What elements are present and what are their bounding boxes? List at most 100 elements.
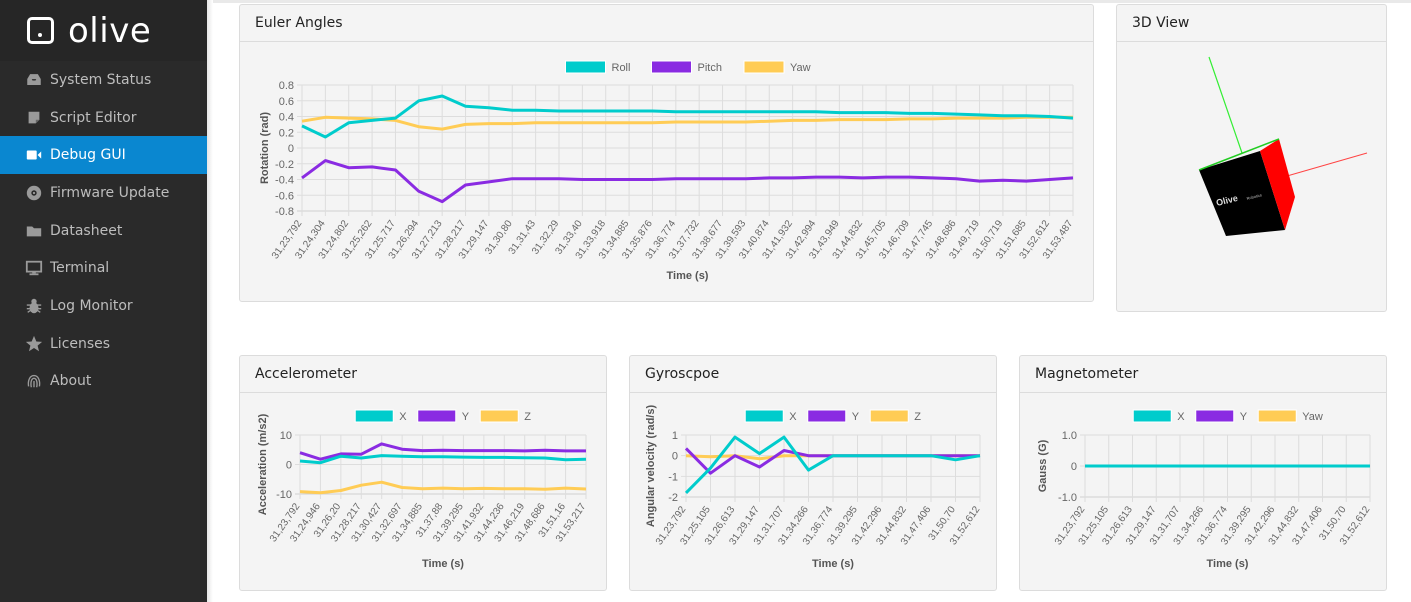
sidebar-item-about[interactable]: About xyxy=(0,363,207,401)
legend-label-x[interactable]: X xyxy=(789,411,797,423)
y-tick-label: -1 xyxy=(668,471,678,483)
legend-label-yaw[interactable]: Yaw xyxy=(1302,411,1323,423)
panel-title: Euler Angles xyxy=(240,5,1093,42)
y-tick-label: -0.2 xyxy=(275,159,294,171)
legend-swatch-x[interactable] xyxy=(744,409,784,423)
legend-label-roll[interactable]: Roll xyxy=(612,62,631,74)
legend-swatch-z[interactable] xyxy=(479,409,519,423)
sidebar-item-label: Terminal xyxy=(50,260,110,277)
3d-view-panel: 3D View Olive Robotics xyxy=(1116,4,1387,312)
y-tick-label: 10 xyxy=(280,430,292,442)
panel-title: Accelerometer xyxy=(240,356,606,393)
panel-title: Magnetometer xyxy=(1020,356,1386,393)
sidebar-item-firmware-update[interactable]: Firmware Update xyxy=(0,174,207,212)
video-camera-icon xyxy=(24,146,44,164)
legend-swatch-roll[interactable] xyxy=(565,60,606,74)
accelerometer-chart: 100-1031,23,79231,24,94631,26,2031,28,21… xyxy=(257,409,589,570)
legend-swatch-z[interactable] xyxy=(869,409,909,423)
magnetometer-chart: 1.00-1.031,23,79231,25,10531,26,61331,29… xyxy=(1037,409,1373,570)
y-tick-label: 0 xyxy=(286,460,292,472)
sidebar-item-debug-gui[interactable]: Debug GUI xyxy=(0,136,207,175)
top-divider xyxy=(213,0,1411,3)
y-axis-label: Rotation (rad) xyxy=(259,112,271,184)
olive-logo-icon xyxy=(27,17,54,44)
sidebar-item-label: Debug GUI xyxy=(50,147,126,164)
y-tick-label: 0.8 xyxy=(279,80,294,92)
euler-angles-panel: Euler Angles 0.8 0.6 0.4 0.2 0 -0.2 -0.4 -0.6 -0… xyxy=(239,4,1094,302)
brand-logo[interactable]: olive xyxy=(0,0,207,61)
y-tick-label: 0 xyxy=(672,451,678,463)
3d-view-canvas[interactable]: Olive Robotics xyxy=(1117,43,1386,311)
legend-label-x[interactable]: X xyxy=(1177,411,1185,423)
accelerometer-panel: Accelerometer 10 0 -10 31,23,792 31,24,946 31… xyxy=(239,355,607,591)
y-tick-label: -0.8 xyxy=(275,206,294,218)
fingerprint-icon xyxy=(24,372,44,390)
sidebar-item-system-status[interactable]: System Status xyxy=(0,61,207,99)
y-tick-label: -0.6 xyxy=(275,190,294,202)
legend-swatch-y[interactable] xyxy=(1195,409,1235,423)
y-tick-label: 1 xyxy=(672,430,678,442)
legend-label-y[interactable]: Y xyxy=(1240,411,1248,423)
legend-swatch-y[interactable] xyxy=(807,409,847,423)
y-tick-label: -2 xyxy=(668,492,678,504)
star-icon xyxy=(24,335,44,353)
legend-swatch-yaw[interactable] xyxy=(1257,409,1297,423)
x-axis-line xyxy=(1286,152,1368,177)
sidebar-item-label: About xyxy=(50,373,92,390)
y-axis-label: Acceleration (m/s2) xyxy=(257,413,269,515)
y-axis-line xyxy=(1208,56,1243,154)
y-tick-label: 0 xyxy=(288,143,294,155)
y-tick-label: 0 xyxy=(1071,461,1077,473)
y-tick-label: 0.6 xyxy=(279,96,294,108)
x-axis-label: Time (s) xyxy=(667,270,709,282)
sidebar-item-label: Log Monitor xyxy=(50,297,133,314)
y-tick-label: 0.2 xyxy=(279,127,294,139)
y-tick-label: -0.4 xyxy=(275,175,294,187)
x-axis-label: Time (s) xyxy=(1207,558,1249,570)
legend-label-yaw[interactable]: Yaw xyxy=(790,62,811,74)
sidebar-item-terminal[interactable]: Terminal xyxy=(0,249,207,287)
sidebar-item-script-editor[interactable]: Script Editor xyxy=(0,99,207,137)
panel-title: Gyroscpoe xyxy=(630,356,996,393)
bug-icon xyxy=(24,297,44,315)
y-tick-label: 1.0 xyxy=(1062,430,1077,442)
legend-swatch-yaw[interactable] xyxy=(743,60,785,74)
series-line-yaw xyxy=(301,115,1073,131)
sidebar-item-label: System Status xyxy=(50,71,152,88)
inbox-icon xyxy=(24,71,44,89)
legend-label-z[interactable]: Z xyxy=(914,411,921,423)
brand-name: olive xyxy=(68,10,152,51)
magnetometer-panel: Magnetometer 1.0 0 -1.0 31,23,792 31,25,105 3… xyxy=(1019,355,1387,591)
disc-icon xyxy=(24,184,44,202)
legend-label-y[interactable]: Y xyxy=(462,411,470,423)
sidebar-item-log-monitor[interactable]: Log Monitor xyxy=(0,287,207,325)
note-icon xyxy=(24,109,44,127)
sidebar-item-label: Licenses xyxy=(50,335,111,352)
folder-icon xyxy=(24,222,44,240)
sidebar-item-label: Script Editor xyxy=(50,109,137,126)
monitor-icon xyxy=(24,259,44,277)
legend-swatch-pitch[interactable] xyxy=(651,60,692,74)
y-tick-label: -10 xyxy=(276,489,292,501)
gyroscope-chart: 10-1-231,23,79231,25,10531,26,61331,29,1… xyxy=(645,405,983,570)
sidebar-item-label: Datasheet xyxy=(50,222,123,239)
legend-swatch-x[interactable] xyxy=(1132,409,1172,423)
x-axis-label: Time (s) xyxy=(812,558,854,570)
sidebar-item-licenses[interactable]: Licenses xyxy=(0,325,207,363)
gyroscope-panel: Gyroscpoe 1 0 -1 -2 31,23,792 31,25,105 31,26,… xyxy=(629,355,997,591)
sidebar: olive System Status Script Editor Debug GU… xyxy=(0,0,207,602)
sidebar-item-datasheet[interactable]: Datasheet xyxy=(0,212,207,250)
y-tick-label: -1.0 xyxy=(1058,492,1077,504)
legend-label-z[interactable]: Z xyxy=(524,411,531,423)
legend-label-x[interactable]: X xyxy=(399,411,407,423)
y-axis-label: Gauss (G) xyxy=(1037,439,1049,492)
legend-label-y[interactable]: Y xyxy=(852,411,860,423)
euler-angles-chart: 0.80.60.40.20-0.2-0.4-0.6-0.831,23,79231… xyxy=(259,60,1076,282)
legend-swatch-x[interactable] xyxy=(354,409,394,423)
y-axis-label: Angular velocity (rad/s) xyxy=(645,405,657,528)
sidebar-shadow xyxy=(207,0,213,602)
sidebar-item-label: Firmware Update xyxy=(50,184,170,201)
y-tick-label: 0.4 xyxy=(279,112,294,124)
legend-swatch-y[interactable] xyxy=(417,409,457,423)
legend-label-pitch[interactable]: Pitch xyxy=(698,62,722,74)
